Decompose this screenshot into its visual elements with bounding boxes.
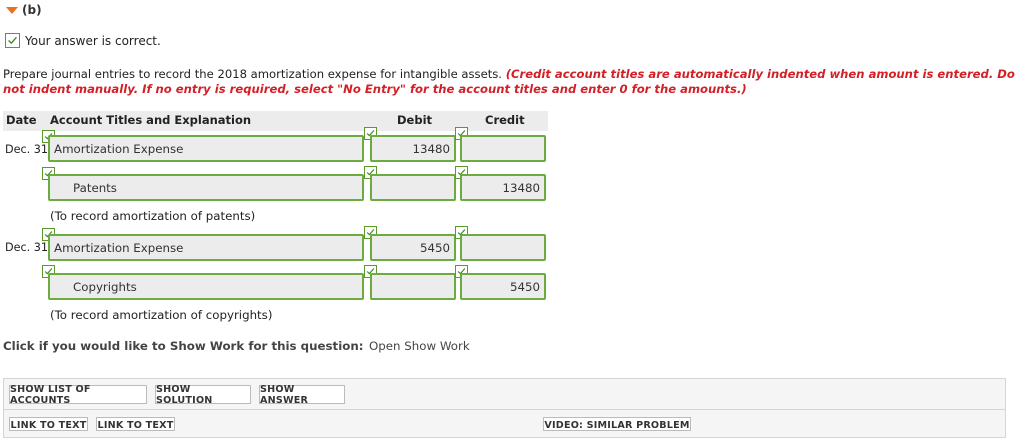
- entry-explanation: (To record amortization of copyrights): [50, 308, 273, 322]
- part-label: (b): [22, 3, 42, 17]
- status-message: Your answer is correct.: [25, 34, 161, 48]
- correct-check-icon: [5, 33, 20, 48]
- credit-input[interactable]: 5450: [460, 273, 546, 300]
- panel-divider: [4, 409, 1005, 410]
- show-work-prompt: Click if you would like to Show Work for…: [3, 339, 364, 353]
- entry-date: Dec. 31: [5, 143, 48, 156]
- open-show-work-link[interactable]: Open Show Work: [369, 339, 470, 353]
- entry-explanation: (To record amortization of patents): [50, 209, 256, 223]
- credit-input[interactable]: 13480: [460, 174, 546, 201]
- show-list-of-accounts-button[interactable]: SHOW LIST OF ACCOUNTS: [9, 384, 147, 406]
- debit-input[interactable]: 13480: [370, 135, 456, 162]
- header-date: Date: [6, 113, 37, 127]
- instructions: Prepare journal entries to record the 20…: [3, 67, 1018, 97]
- account-title-input[interactable]: Patents: [48, 174, 364, 201]
- account-title-input[interactable]: Amortization Expense: [48, 234, 364, 261]
- credit-input[interactable]: [460, 135, 546, 162]
- instructions-main: Prepare journal entries to record the 20…: [3, 67, 502, 81]
- header-account: Account Titles and Explanation: [50, 113, 252, 127]
- account-title-input[interactable]: Copyrights: [48, 273, 364, 300]
- credit-input[interactable]: [460, 234, 546, 261]
- show-answer-button[interactable]: SHOW ANSWER: [259, 384, 345, 406]
- header-debit: Debit: [397, 113, 433, 127]
- debit-input[interactable]: [370, 273, 456, 300]
- debit-input[interactable]: [370, 174, 456, 201]
- debit-input[interactable]: 5450: [370, 234, 456, 261]
- account-title-input[interactable]: Amortization Expense: [48, 135, 364, 162]
- header-credit: Credit: [485, 113, 525, 127]
- collapse-triangle-icon[interactable]: [6, 6, 18, 14]
- show-solution-button[interactable]: SHOW SOLUTION: [155, 384, 251, 406]
- part-header[interactable]: (b): [4, 3, 42, 17]
- entry-date: Dec. 31: [5, 241, 48, 254]
